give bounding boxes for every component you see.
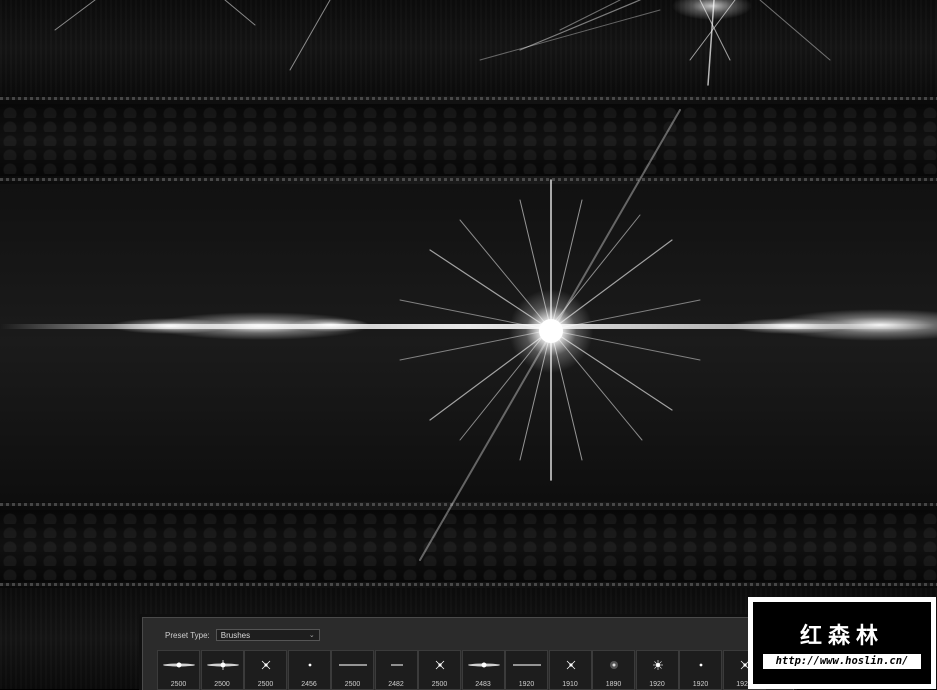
left-glow-tail bbox=[290, 318, 370, 332]
watermark-inner: 红森林 http://www.hoslin.cn/ bbox=[753, 602, 931, 684]
brush-shape-icon bbox=[163, 662, 195, 668]
preset-type-dropdown[interactable]: Brushes ⌄ bbox=[215, 629, 320, 641]
brush-shape-icon bbox=[339, 664, 367, 666]
watermark-title: 红森林 bbox=[799, 624, 884, 649]
left-glow-small bbox=[110, 318, 230, 334]
brush-shape-icon bbox=[513, 664, 541, 666]
brush-size-label: 2482 bbox=[388, 681, 404, 688]
brush-shape-icon bbox=[261, 660, 271, 670]
brush-size-label: 1920 bbox=[649, 681, 665, 688]
brush-preview-canvas bbox=[0, 0, 937, 689]
preset-manager-panel: Preset Type: Brushes ⌄ ✲ 250025002500245… bbox=[142, 617, 794, 690]
brush-shape-icon bbox=[699, 663, 703, 667]
brush-shape-icon bbox=[467, 662, 500, 668]
watermark-logo: 红森林 http://www.hoslin.cn/ bbox=[748, 597, 936, 689]
brush-shape-icon bbox=[206, 660, 239, 670]
brush-thumbnail[interactable]: 2482 bbox=[374, 650, 418, 690]
brush-size-label: 1890 bbox=[605, 681, 622, 688]
brush-thumbnail[interactable]: 2500 bbox=[200, 650, 244, 690]
brush-shape-icon bbox=[308, 663, 311, 667]
brush-shape-icon bbox=[652, 660, 663, 670]
brush-thumbnail[interactable]: 2500 bbox=[418, 650, 461, 690]
brush-size-label: 2500 bbox=[214, 681, 230, 688]
brush-thumbnail[interactable]: 1910 bbox=[548, 650, 592, 690]
brush-thumbnail[interactable]: 1890 bbox=[592, 650, 635, 690]
preset-type-row: Preset Type: Brushes ⌄ bbox=[165, 628, 320, 642]
brush-thumbnail[interactable]: 1920 bbox=[679, 650, 722, 690]
brush-size-label: 2500 bbox=[431, 681, 448, 688]
top-left-rays bbox=[54, 0, 331, 71]
brush-thumbnail[interactable]: 2500 bbox=[157, 650, 200, 690]
brush-size-label: 1920 bbox=[692, 681, 709, 688]
brush-size-label: 2500 bbox=[170, 681, 187, 688]
brush-thumbnail[interactable]: 1920 bbox=[635, 650, 679, 690]
watermark-url: http://www.hoslin.cn/ bbox=[763, 654, 921, 669]
top-starburst bbox=[479, 0, 831, 86]
brush-thumbnail[interactable]: 2500 bbox=[244, 650, 287, 690]
center-flare-hotspot bbox=[539, 319, 563, 343]
preset-type-label: Preset Type: bbox=[165, 630, 210, 640]
brush-thumbnail[interactable]: 2456 bbox=[287, 650, 331, 690]
chevron-down-icon: ⌄ bbox=[308, 632, 315, 639]
brush-size-label: 1920 bbox=[518, 681, 535, 688]
brush-thumbnail-list: 2500 2500 2500 2456 2500 2482 2500 2483 1920 1910… bbox=[157, 650, 766, 690]
brush-shape-icon bbox=[610, 661, 618, 669]
brush-size-label: 2483 bbox=[475, 681, 491, 688]
right-glow-small bbox=[730, 318, 850, 334]
brush-shape-icon bbox=[390, 664, 403, 666]
preset-type-value: Brushes bbox=[220, 630, 251, 640]
top-flare-glow bbox=[672, 0, 752, 20]
brush-size-label: 1910 bbox=[562, 681, 578, 688]
brush-thumbnail[interactable]: 2500 bbox=[331, 650, 374, 690]
brush-thumbnail[interactable]: 2483 bbox=[461, 650, 505, 690]
brush-shape-icon bbox=[566, 660, 575, 670]
lens-flare-graphic bbox=[0, 0, 937, 561]
brush-size-label: 2500 bbox=[344, 681, 361, 688]
brush-size-label: 2500 bbox=[257, 681, 274, 688]
brush-size-label: 2456 bbox=[301, 681, 317, 688]
brush-thumbnail[interactable]: 1920 bbox=[505, 650, 548, 690]
brush-shape-icon bbox=[435, 660, 445, 670]
